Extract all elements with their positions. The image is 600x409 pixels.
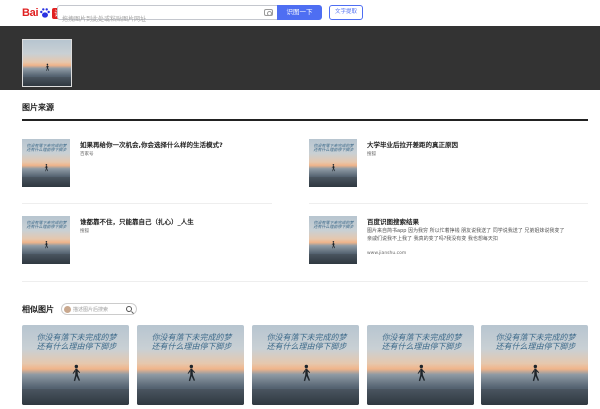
result-thumbnail[interactable]: 你没有落下未完成的梦 还有什么理由停下脚步: [309, 139, 357, 187]
row-divider: [309, 203, 588, 204]
image-search-box: [57, 5, 277, 26]
row-divider: [22, 203, 272, 204]
image-caption: 你没有落下未完成的梦 还有什么理由停下脚步: [151, 333, 232, 352]
source-section-title: 图片来源: [22, 103, 54, 112]
result-thumbnail[interactable]: 你没有落下未完成的梦 还有什么理由停下脚步: [309, 216, 357, 264]
thumbnail-caption: 你没有落下未完成的梦 还有什么理由停下脚步: [26, 219, 67, 230]
image-caption: 你没有落下未完成的梦 还有什么理由停下脚步: [495, 333, 576, 352]
thumbnail-caption: 你没有落下未完成的梦 还有什么理由停下脚步: [26, 142, 67, 153]
runner-silhouette: [72, 364, 81, 381]
source-result[interactable]: 你没有落下未完成的梦 还有什么理由停下脚步 谁都靠不住，只能靠自己（扎心）_人生 …: [22, 216, 292, 268]
runner-silhouette: [331, 241, 336, 249]
shore: [23, 76, 71, 86]
result-url: www.jianshu.com: [367, 251, 407, 256]
shore: [22, 389, 129, 405]
camera-icon[interactable]: [264, 9, 273, 16]
ocr-button[interactable]: 文字提取: [329, 5, 363, 20]
source-result[interactable]: 你没有落下未完成的梦 还有什么理由停下脚步 如果再给你一次机会,你会选择什么样的生…: [22, 139, 292, 191]
result-thumbnail[interactable]: 你没有落下未完成的梦 还有什么理由停下脚步: [22, 139, 70, 187]
shore: [481, 389, 588, 405]
image-url-input[interactable]: [58, 13, 258, 26]
runner-silhouette: [45, 63, 50, 72]
shore: [252, 389, 359, 405]
image-caption: 你没有落下未完成的梦 还有什么理由停下脚步: [36, 333, 117, 352]
section-divider: [22, 281, 588, 282]
shore: [22, 254, 70, 264]
similar-section-title: 相似图片: [22, 305, 54, 314]
shore: [137, 389, 244, 405]
runner-silhouette: [531, 364, 540, 381]
result-source: 搜狐: [367, 152, 376, 157]
similar-search-box: [61, 303, 137, 315]
shore: [367, 389, 474, 405]
query-image[interactable]: [22, 39, 72, 87]
source-result[interactable]: 你没有落下未完成的梦 还有什么理由停下脚步 百度识图搜索结果 图片来自简书app …: [309, 216, 589, 268]
query-mini-thumbnail: [64, 306, 71, 313]
source-result[interactable]: 你没有落下未完成的梦 还有什么理由停下脚步 大学毕业后拉开差距的真正原因 搜狐: [309, 139, 579, 191]
query-banner: [0, 26, 600, 90]
shore: [309, 177, 357, 187]
logo-text: Bai: [22, 7, 39, 19]
runner-silhouette: [187, 364, 196, 381]
similar-image[interactable]: 你没有落下未完成的梦 还有什么理由停下脚步: [481, 325, 588, 405]
shore: [309, 254, 357, 264]
result-source: 搜狐: [80, 229, 89, 234]
runner-silhouette: [44, 241, 49, 249]
search-button[interactable]: 识图一下: [277, 5, 322, 20]
thumbnail-caption: 你没有落下未完成的梦 还有什么理由停下脚步: [313, 142, 354, 153]
result-source: 百家号: [80, 152, 94, 157]
similar-image[interactable]: 你没有落下未完成的梦 还有什么理由停下脚步: [252, 325, 359, 405]
runner-silhouette: [417, 364, 426, 381]
result-title[interactable]: 百度识图搜索结果: [367, 216, 419, 226]
section-rule: [22, 119, 588, 121]
image-caption: 你没有落下未完成的梦 还有什么理由停下脚步: [381, 333, 462, 352]
thumbnail-caption: 你没有落下未完成的梦 还有什么理由停下脚步: [313, 219, 354, 230]
result-description: 图片来自简书app 因为我穷 所以忙着挣钱 朋友说我送了 同学说我送了 兄弟姐妹…: [367, 228, 565, 242]
result-thumbnail[interactable]: 你没有落下未完成的梦 还有什么理由停下脚步: [22, 216, 70, 264]
result-title[interactable]: 大学毕业后拉开差距的真正原因: [367, 139, 458, 149]
similar-image[interactable]: 你没有落下未完成的梦 还有什么理由停下脚步: [137, 325, 244, 405]
search-icon[interactable]: [126, 306, 132, 312]
paw-icon: [40, 8, 51, 18]
runner-silhouette: [331, 164, 336, 172]
shore: [22, 177, 70, 187]
top-header: Bai 识图 识图一下 文字提取: [0, 0, 600, 26]
image-caption: 你没有落下未完成的梦 还有什么理由停下脚步: [266, 333, 347, 352]
similar-image[interactable]: 你没有落下未完成的梦 还有什么理由停下脚步: [22, 325, 129, 405]
result-title[interactable]: 如果再给你一次机会,你会选择什么样的生活模式?: [80, 139, 223, 149]
result-title[interactable]: 谁都靠不住，只能靠自己（扎心）_人生: [80, 216, 194, 226]
runner-silhouette: [302, 364, 311, 381]
similar-image[interactable]: 你没有落下未完成的梦 还有什么理由停下脚步: [367, 325, 474, 405]
similar-search-input[interactable]: [73, 305, 123, 314]
runner-silhouette: [44, 164, 49, 172]
